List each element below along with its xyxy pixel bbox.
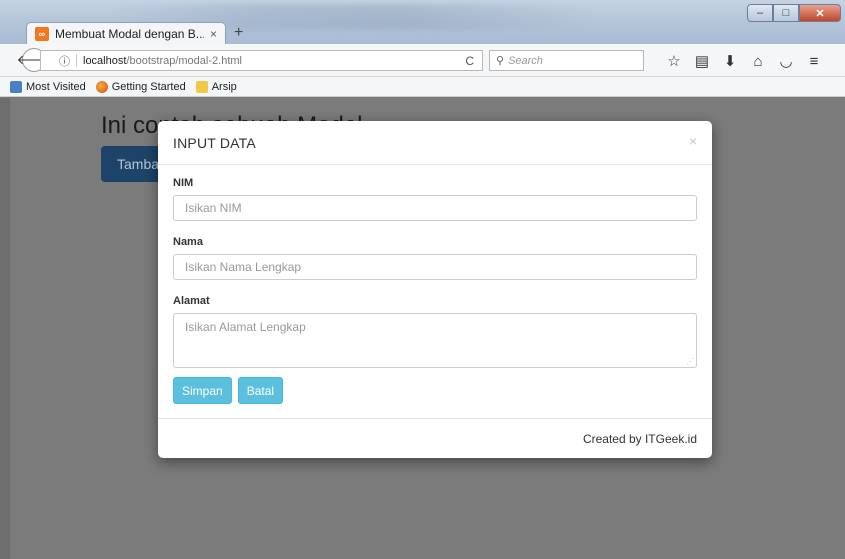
maximize-button[interactable]: □ (773, 4, 799, 22)
bookmark-star-icon[interactable]: ☆ (660, 51, 688, 71)
cancel-button[interactable]: Batal (237, 377, 284, 404)
browser-tab[interactable]: ∞ Membuat Modal dengan B... × (26, 22, 226, 45)
bookmark-label: Getting Started (111, 80, 186, 93)
firefox-icon (95, 80, 108, 93)
title-bar: ∞ Membuat Modal dengan B... × + – □ ✕ (0, 0, 845, 45)
modal-body: NIM Isikan NIM Nama Isikan Nama Lengkap … (158, 165, 712, 404)
download-icon[interactable]: ⬇ (716, 51, 744, 71)
bookmarks-bar: Most Visited Getting Started Arsip (0, 77, 845, 97)
bookmark-arsip[interactable]: Arsip (195, 80, 237, 93)
modal-title: INPUT DATA (173, 134, 256, 151)
url-separator (76, 54, 77, 67)
bookmark-label: Most Visited (26, 80, 86, 93)
nama-input[interactable]: Isikan Nama Lengkap (173, 254, 697, 280)
window-controls: – □ ✕ (747, 4, 841, 22)
navigation-bar: 🡐 ⓘ localhost /bootstrap/modal-2.html C … (0, 44, 845, 77)
nama-placeholder: Isikan Nama Lengkap (185, 260, 302, 274)
home-icon[interactable]: ⌂ (744, 51, 772, 71)
toolbar-icons: ☆ ▤ ⬇ ⌂ ◡ ≡ (660, 51, 828, 71)
modal-close-icon[interactable]: × (689, 133, 697, 149)
url-bar[interactable]: ⓘ localhost /bootstrap/modal-2.html C (40, 50, 483, 71)
window-left-edge (0, 98, 10, 559)
menu-icon[interactable]: ≡ (800, 51, 828, 71)
alamat-placeholder: Isikan Alamat Lengkap (185, 320, 306, 334)
modal-header: INPUT DATA × (158, 121, 712, 165)
new-tab-button[interactable]: + (234, 24, 243, 42)
footer-credit: Created by ITGeek.id (582, 431, 697, 446)
pocket-icon[interactable]: ◡ (772, 51, 800, 71)
nim-label: NIM (173, 177, 194, 189)
resize-handle-icon[interactable]: ⋰ (686, 357, 694, 366)
most-visited-icon (10, 80, 22, 93)
save-button[interactable]: Simpan (173, 377, 232, 404)
search-icon: ⚲ (496, 55, 505, 67)
bookmark-label: Arsip (211, 80, 237, 93)
url-host: localhost (83, 54, 127, 67)
modal-footer: Created by ITGeek.id (158, 418, 712, 458)
bookmark-most-visited[interactable]: Most Visited (10, 80, 86, 93)
minimize-button[interactable]: – (747, 4, 773, 22)
url-path: /bootstrap/modal-2.html (126, 54, 242, 67)
input-modal: INPUT DATA × NIM Isikan NIM Nama Isikan … (158, 121, 712, 458)
close-window-button[interactable]: ✕ (799, 4, 841, 22)
xampp-favicon-icon: ∞ (35, 27, 49, 41)
bookmark-getting-started[interactable]: Getting Started (95, 80, 186, 93)
tab-title: Membuat Modal dengan B... (55, 27, 204, 41)
alamat-textarea[interactable]: Isikan Alamat Lengkap ⋰ (173, 313, 697, 368)
search-input[interactable]: ⚲ Search (489, 50, 644, 71)
nim-input[interactable]: Isikan NIM (173, 195, 697, 221)
modal-button-row: Simpan Batal (173, 377, 697, 404)
reading-list-icon[interactable]: ▤ (688, 51, 716, 71)
search-placeholder: Search (508, 54, 543, 67)
browser-window: ∞ Membuat Modal dengan B... × + – □ ✕ 🡐 … (0, 0, 845, 559)
folder-icon (195, 80, 208, 93)
nama-label: Nama (173, 236, 203, 248)
reload-icon[interactable]: C (465, 54, 474, 68)
tab-close-icon[interactable]: × (210, 27, 217, 41)
nim-placeholder: Isikan NIM (185, 201, 242, 215)
alamat-label: Alamat (173, 295, 210, 307)
info-icon[interactable]: ⓘ (59, 53, 70, 69)
